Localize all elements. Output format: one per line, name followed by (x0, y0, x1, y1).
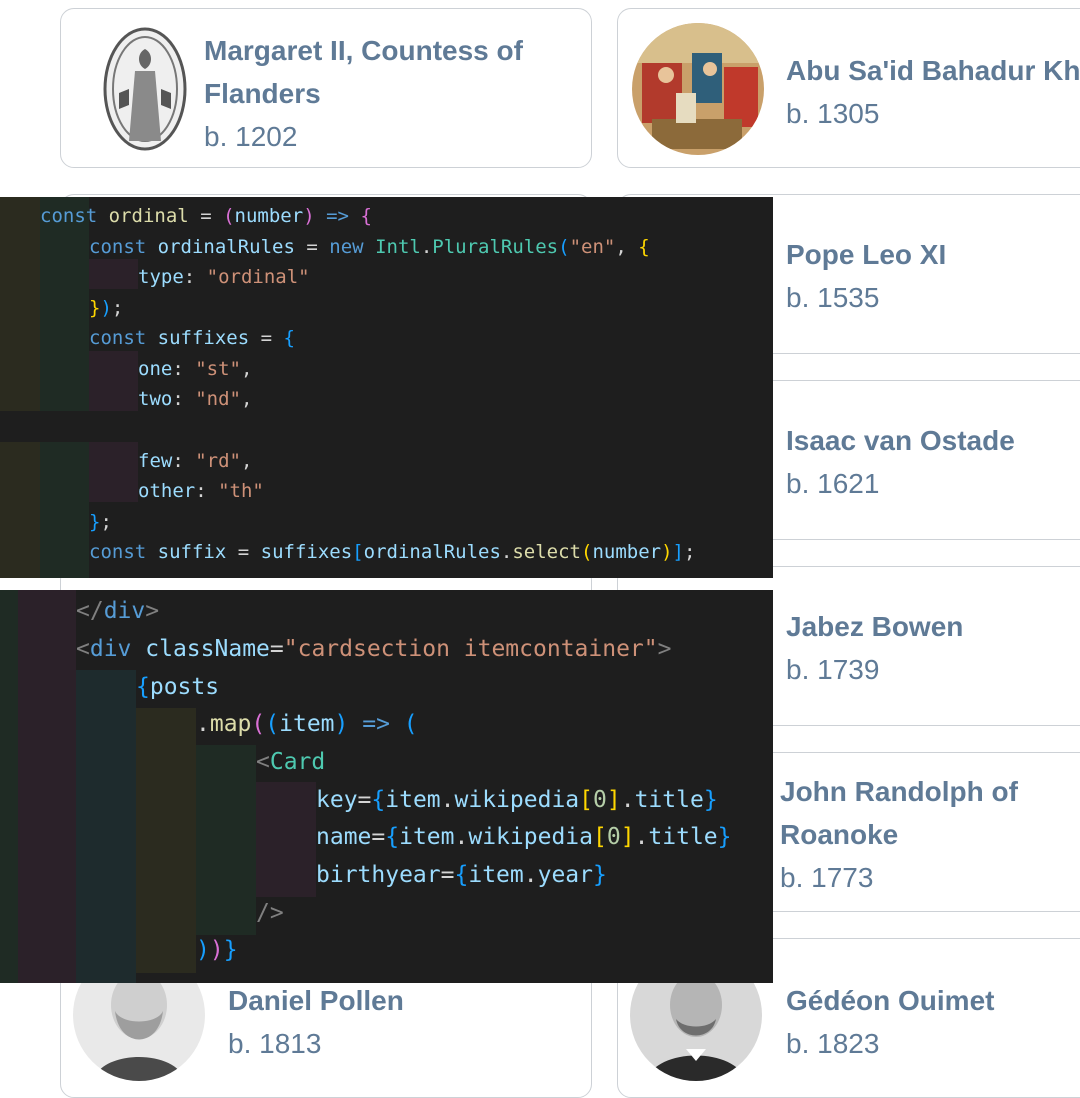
ordinal-code-panel: const ordinal = (number) => { const ordi… (0, 197, 773, 578)
code-line: .map((item) => ( (196, 711, 418, 737)
code-line: one: "st", (138, 358, 253, 380)
person-name: Pope Leo XI (786, 239, 947, 270)
code-line: const ordinal = (number) => { (40, 205, 372, 227)
person-card[interactable]: Abu Sa'id Bahadur Khan b. 1305 (617, 8, 1080, 168)
person-name: Isaac van Ostade (786, 425, 1015, 456)
code-line: ))} (196, 937, 238, 963)
code-line: key={item.wikipedia[0].title} (316, 787, 718, 813)
code-line: birthyear={item.year} (316, 862, 607, 888)
person-birth-year: b. 1305 (786, 98, 880, 129)
person-birth-year: b. 1739 (786, 654, 880, 685)
person-birth-year: b. 1813 (228, 1028, 322, 1059)
person-name: Daniel Pollen (228, 985, 404, 1016)
person-name: John Randolph of Roanoke (780, 776, 1018, 850)
person-name: Abu Sa'id Bahadur Khan (786, 55, 1080, 86)
jsx-code-panel: </div> <div className="cardsection itemc… (0, 590, 773, 983)
code-line: }; (89, 511, 112, 533)
person-birth-year: b. 1823 (786, 1028, 880, 1059)
code-line: const ordinalRules = new Intl.PluralRule… (89, 236, 650, 258)
code-line: </div> (76, 598, 160, 624)
person-name: Gédéon Ouimet (786, 985, 995, 1016)
code-line: const suffixes = { (89, 327, 295, 349)
code-line: other: "th" (138, 480, 264, 502)
person-birth-year: b. 1202 (204, 121, 298, 152)
code-line: /> (256, 900, 284, 926)
code-line: }); (89, 297, 124, 319)
code-line: name={item.wikipedia[0].title} (316, 824, 732, 850)
code-line: two: "nd", (138, 388, 253, 410)
person-name: Jabez Bowen (786, 611, 964, 642)
code-line: <div className="cardsection itemcontaine… (76, 636, 672, 662)
miniature-painting-portrait-icon (632, 23, 764, 155)
code-line: type: "ordinal" (138, 266, 310, 288)
code-line: few: "rd", (138, 450, 253, 472)
code-line: {posts (136, 674, 220, 700)
person-birth-year: b. 1621 (786, 468, 880, 499)
seal-portrait-icon (79, 23, 211, 155)
code-line: const suffix = suffixes[ordinalRules.sel… (89, 541, 696, 563)
person-birth-year: b. 1773 (780, 862, 874, 893)
person-birth-year: b. 1535 (786, 282, 880, 313)
person-name: Margaret II, Countess of Flanders (204, 35, 523, 109)
code-line: <Card (256, 749, 326, 775)
person-card[interactable]: Margaret II, Countess of Flanders b. 120… (60, 8, 592, 168)
